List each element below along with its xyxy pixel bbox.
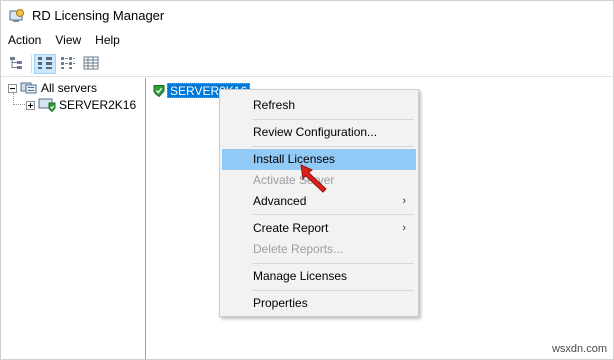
menu-view[interactable]: View <box>48 31 88 50</box>
tree-item-server[interactable]: SERVER2K16 <box>26 97 136 113</box>
menu-item-advanced-label: Advanced <box>253 194 307 208</box>
menu-separator <box>252 119 414 120</box>
context-menu: Refresh Review Configuration... Install … <box>219 89 419 317</box>
menu-separator <box>252 146 414 147</box>
list-button[interactable] <box>57 54 79 74</box>
menu-bar: Action View Help <box>1 31 613 50</box>
large-icons-button[interactable] <box>34 54 56 74</box>
server-shield-icon <box>153 84 165 97</box>
server-tree-pane <box>1 78 146 359</box>
menu-item-delete-reports: Delete Reports... <box>253 242 344 256</box>
expand-toggle[interactable] <box>26 100 35 110</box>
list-icon <box>60 56 76 73</box>
menu-item-properties[interactable]: Properties <box>222 293 416 314</box>
licensing-app-icon <box>9 8 27 24</box>
red-pointer-arrow-icon <box>299 163 331 193</box>
toolbar-separator <box>31 55 32 73</box>
menu-separator <box>252 214 414 215</box>
menu-item-create-report-label: Create Report <box>253 221 329 235</box>
tree-item-all-servers[interactable]: All servers <box>8 80 97 96</box>
menu-action[interactable]: Action <box>1 31 48 50</box>
details-button[interactable] <box>80 54 102 74</box>
tree-label-server: SERVER2K16 <box>59 98 137 112</box>
tree-view-icon <box>9 56 25 73</box>
toolbar <box>1 52 613 77</box>
submenu-arrow-icon: › <box>402 195 406 207</box>
rd-licensing-manager-window: RD Licensing Manager Action View Help Al… <box>0 0 614 360</box>
tree-label-all-servers: All servers <box>41 81 98 95</box>
tree-view-button[interactable] <box>6 54 28 74</box>
large-icons-icon <box>37 56 53 73</box>
menu-item-manage-licenses[interactable]: Manage Licenses <box>222 266 416 287</box>
details-icon <box>83 56 99 73</box>
server-activated-icon <box>38 98 56 113</box>
menu-item-refresh[interactable]: Refresh <box>222 95 416 116</box>
menu-item-review-configuration[interactable]: Review Configuration... <box>222 122 416 143</box>
server-group-icon <box>20 81 38 95</box>
menu-help[interactable]: Help <box>88 31 127 50</box>
submenu-arrow-icon: › <box>402 222 406 234</box>
watermark: wsxdn.com <box>551 343 607 355</box>
title-bar: RD Licensing Manager <box>1 1 613 31</box>
menu-item-advanced[interactable]: Advanced › <box>222 191 416 212</box>
menu-separator <box>252 263 414 264</box>
collapse-toggle[interactable] <box>8 83 17 93</box>
menu-item-create-report[interactable]: Create Report › <box>222 218 416 239</box>
window-title: RD Licensing Manager <box>32 8 165 23</box>
menu-separator <box>252 290 414 291</box>
